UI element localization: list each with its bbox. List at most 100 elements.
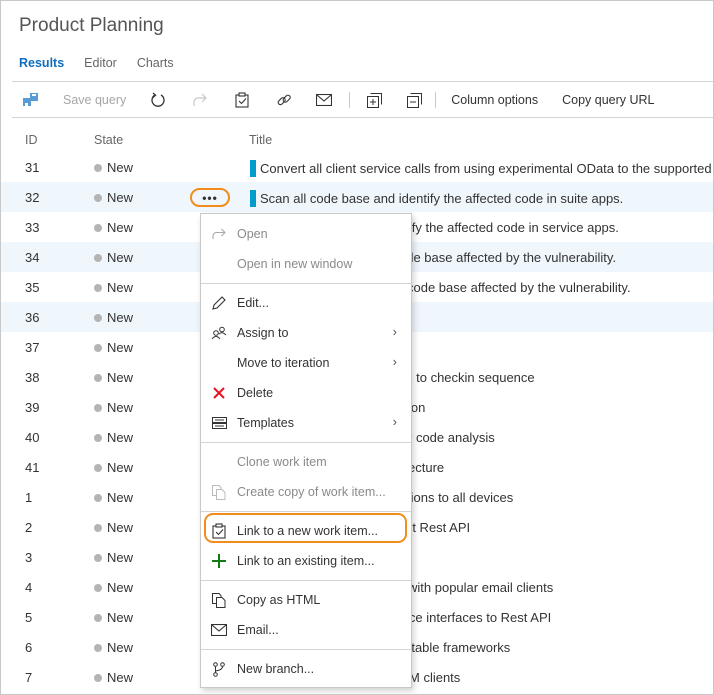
row-title[interactable]: tions to all devices (407, 490, 513, 505)
plus-icon (211, 553, 227, 569)
row-title[interactable]: code base affected by the vulnerability. (407, 280, 631, 295)
menu-item-delete[interactable]: Delete (201, 378, 411, 408)
more-actions-button[interactable]: ••• (190, 188, 230, 207)
column-options-button[interactable]: Column options (451, 93, 538, 107)
menu-item-create-copy[interactable]: Create copy of work item... (201, 477, 411, 507)
save-query-button[interactable]: Save query (63, 93, 126, 107)
row-title-text: rtable frameworks (407, 640, 511, 655)
context-menu: Open Open in new window Edit... Assign t… (200, 213, 412, 688)
collapse-all-icon[interactable] (405, 91, 423, 109)
row-id: 32 (25, 190, 40, 205)
state-label: New (107, 190, 134, 205)
save-icon[interactable] (22, 91, 40, 109)
row-id: 3 (25, 550, 33, 565)
state-label: New (107, 640, 134, 655)
open-icon (211, 226, 227, 242)
row-title[interactable]: with popular email clients (408, 580, 553, 595)
state-label: New (107, 340, 134, 355)
delete-x-icon (211, 385, 227, 401)
menu-item-email[interactable]: Email... (201, 615, 411, 645)
menu-separator (201, 649, 411, 650)
chevron-right-icon: › (392, 414, 397, 429)
row-title[interactable]: Convert all client service calls from us… (250, 160, 712, 177)
row-title-text: Convert all client service calls from us… (260, 161, 712, 176)
menu-item-copy-as-html[interactable]: Copy as HTML (201, 585, 411, 615)
row-state: New (94, 340, 133, 355)
menu-item-clone-work-item[interactable]: Clone work item (201, 447, 411, 477)
mail-icon[interactable] (315, 91, 333, 109)
work-item-type-bar (250, 160, 256, 177)
state-label: New (107, 250, 134, 265)
tab-editor[interactable]: Editor (84, 56, 117, 70)
menu-item-open[interactable]: Open (201, 219, 411, 249)
row-id: 1 (25, 490, 33, 505)
row-title-text: tions to all devices (407, 490, 514, 505)
row-state: New (94, 400, 133, 415)
row-id: 6 (25, 640, 33, 655)
row-state: New (94, 640, 133, 655)
column-header-id[interactable]: ID (25, 133, 38, 147)
row-id: 35 (25, 280, 40, 295)
row-state: New (94, 610, 133, 625)
work-item-type-bar (250, 190, 256, 207)
row-id: 33 (25, 220, 40, 235)
menu-item-new-branch[interactable]: New branch... (201, 654, 411, 684)
row-title-text: ice interfaces to Rest API (406, 610, 552, 625)
row-state: New (94, 190, 133, 205)
row-title[interactable]: rtable frameworks (407, 640, 510, 655)
row-state: New (94, 160, 133, 175)
state-label: New (107, 550, 134, 565)
state-dot-icon (94, 283, 102, 292)
row-title[interactable]: x to checkin sequence (406, 370, 535, 385)
clipboard-check-icon[interactable] (233, 91, 251, 109)
column-header-state[interactable]: State (94, 133, 123, 147)
row-title[interactable]: ecture (408, 460, 444, 475)
row-id: 39 (25, 400, 40, 415)
row-id: 38 (25, 370, 40, 385)
row-state: New (94, 280, 133, 295)
refresh-icon[interactable] (149, 91, 167, 109)
copy-query-url-button[interactable]: Copy query URL (562, 93, 654, 107)
row-state: New (94, 220, 133, 235)
menu-separator (201, 580, 411, 581)
row-title[interactable]: M clients (409, 670, 460, 685)
clipboard-check-icon (211, 523, 227, 539)
link-icon[interactable] (275, 91, 293, 109)
expand-all-icon[interactable] (365, 91, 383, 109)
row-title-text: ntify the affected code in service apps. (398, 220, 619, 235)
people-icon (211, 325, 227, 341)
column-header-title[interactable]: Title (249, 133, 272, 147)
menu-item-edit[interactable]: Edit... (201, 288, 411, 318)
divider (12, 81, 713, 82)
chevron-right-icon: › (392, 354, 397, 369)
row-state: New (94, 310, 133, 325)
row-title[interactable]: ice interfaces to Rest API (406, 610, 551, 625)
row-state: New (94, 460, 133, 475)
row-title-text: Scan all code base and identify the affe… (260, 191, 624, 206)
menu-item-move-to-iteration[interactable]: Move to iteration › (201, 348, 411, 378)
menu-item-assign-to[interactable]: Assign to › (201, 318, 411, 348)
tab-bar: Results Editor Charts (19, 56, 194, 70)
row-title[interactable]: ntify the affected code in service apps. (398, 220, 619, 235)
row-id: 40 (25, 430, 40, 445)
menu-item-link-existing-item[interactable]: Link to an existing item... (201, 546, 411, 576)
state-label: New (107, 400, 134, 415)
state-label: New (107, 610, 134, 625)
table-row[interactable]: 31 New Convert all client service calls fr… (1, 152, 713, 182)
state-dot-icon (94, 223, 102, 232)
redo-icon[interactable] (191, 91, 209, 109)
menu-item-templates[interactable]: Templates › (201, 408, 411, 438)
menu-item-open-new-window[interactable]: Open in new window (201, 249, 411, 279)
row-title[interactable]: ode base affected by the vulnerability. (399, 250, 616, 265)
row-title[interactable]: rt Rest API (408, 520, 470, 535)
row-title[interactable]: Scan all code base and identify the affe… (250, 190, 623, 207)
menu-item-link-new-work-item[interactable]: Link to a new work item... (201, 516, 411, 546)
row-state: New (94, 670, 133, 685)
tab-charts[interactable]: Charts (137, 56, 174, 70)
state-dot-icon (94, 523, 102, 532)
row-id: 41 (25, 460, 40, 475)
table-row[interactable]: 32 New ••• Scan all code base and identify … (1, 182, 713, 212)
row-title-text: r code analysis (408, 430, 495, 445)
row-title[interactable]: r code analysis (408, 430, 495, 445)
tab-results[interactable]: Results (19, 56, 64, 70)
